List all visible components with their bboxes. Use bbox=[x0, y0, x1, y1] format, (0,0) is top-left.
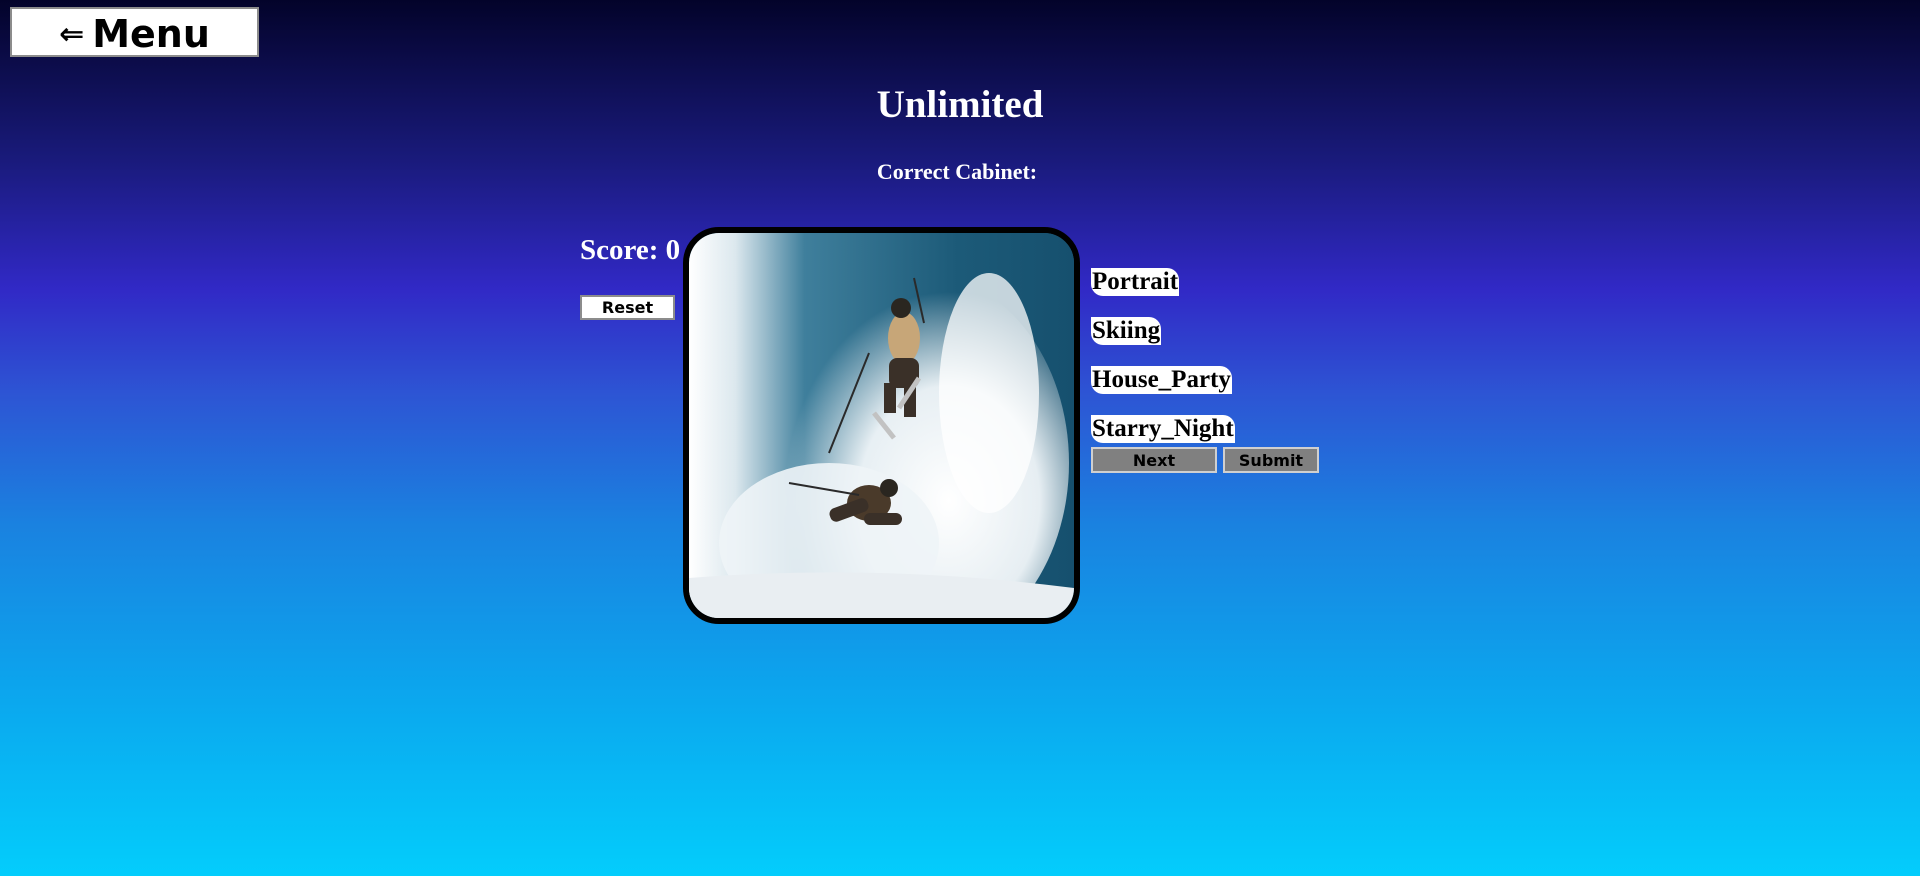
back-arrow-icon: ⇐ bbox=[59, 16, 85, 52]
action-buttons: Next Submit bbox=[1091, 447, 1319, 473]
cabinet-option-portrait[interactable]: Portrait bbox=[1091, 268, 1180, 296]
reset-button[interactable]: Reset bbox=[580, 295, 675, 320]
quiz-photo bbox=[683, 227, 1080, 624]
next-button[interactable]: Next bbox=[1091, 447, 1217, 473]
cabinet-option-starry-night[interactable]: Starry_Night bbox=[1091, 415, 1235, 443]
correct-cabinet-label: Correct Cabinet: bbox=[876, 159, 1038, 184]
correct-cabinet-line: Correct Cabinet: bbox=[0, 159, 1920, 185]
cabinet-list: Portrait Skiing House_Party Starry_Night bbox=[1091, 268, 1235, 464]
score-display: Score: 0 bbox=[580, 234, 681, 266]
skiers-photo-illustration bbox=[689, 233, 1074, 618]
cabinet-option-house-party[interactable]: House_Party bbox=[1091, 366, 1232, 394]
menu-button[interactable]: ⇐ Menu bbox=[10, 7, 259, 57]
page-title: Unlimited bbox=[876, 83, 1044, 126]
menu-label: Menu bbox=[92, 12, 210, 56]
cabinet-option-skiing[interactable]: Skiing bbox=[1091, 317, 1162, 345]
submit-button[interactable]: Submit bbox=[1223, 447, 1319, 473]
